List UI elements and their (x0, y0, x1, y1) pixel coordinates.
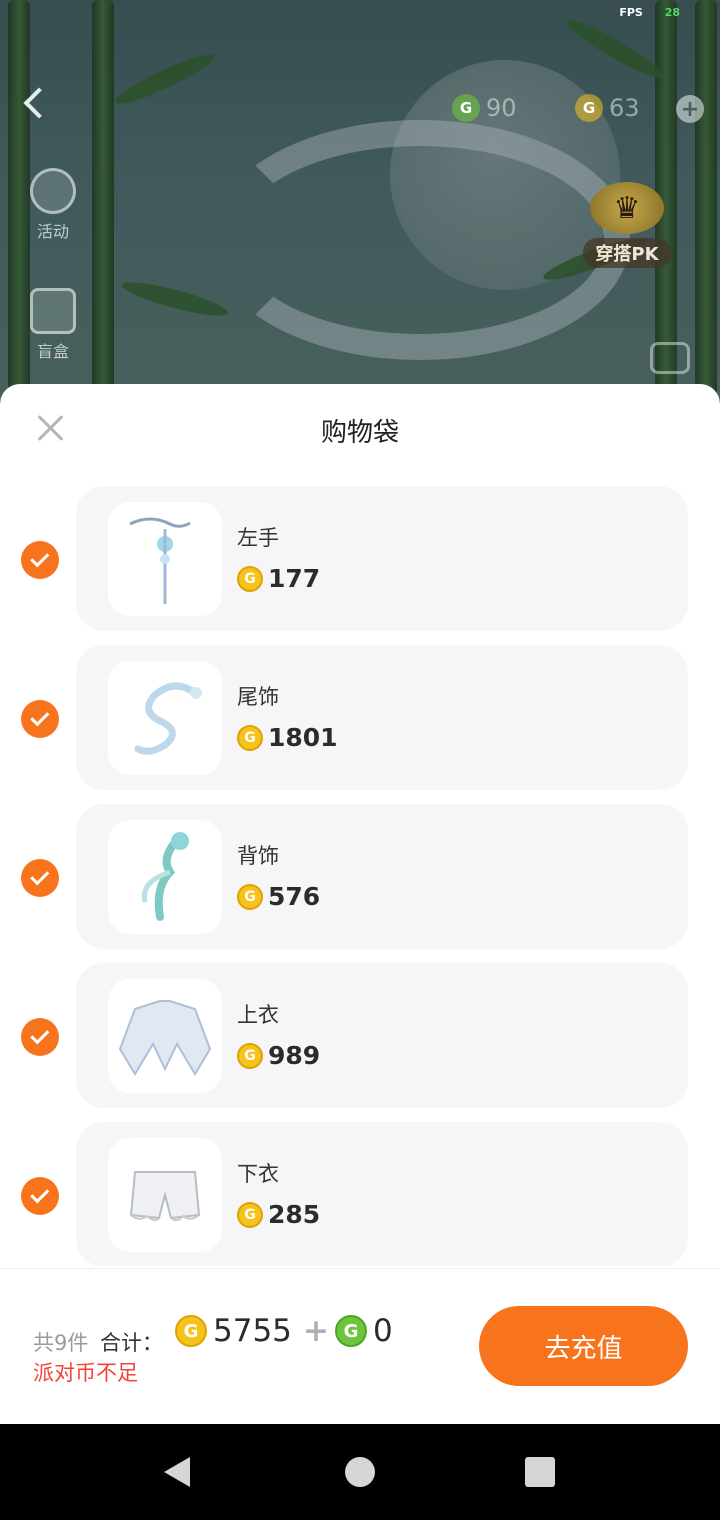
price-value: 1801 (268, 723, 338, 752)
fps-value: 28 (664, 6, 680, 19)
item-card[interactable]: 背饰 G 576 (76, 804, 688, 949)
item-price: G 285 (237, 1200, 320, 1229)
crown-icon: ♛ (590, 182, 664, 234)
blind-box-label: 盲盒 (36, 342, 69, 361)
item-name: 下衣 (237, 1162, 279, 1186)
checkout-footer: 共9件 合计： G 5755 + G 0 派对币不足 去充值 (0, 1268, 720, 1424)
green-coin-icon: G (335, 1315, 367, 1347)
outfit-pk-label: 穿搭PK (583, 238, 671, 268)
outfit-pk-button[interactable]: ♛ 穿搭PK (568, 182, 686, 272)
cart-item: 背饰 G 576 (0, 804, 720, 963)
gold-coin-icon: G (237, 724, 263, 751)
dragon-tail-icon (108, 661, 222, 775)
gold-coin-icon: G (237, 1042, 263, 1069)
gold-currency-display: G 63 (575, 94, 640, 122)
activity-button[interactable]: 活动 (30, 168, 76, 242)
lantern-icon (30, 168, 76, 214)
green-currency-value: 90 (486, 94, 517, 122)
gold-total-value: 5755 (213, 1313, 292, 1349)
gold-coin-icon: G (575, 94, 603, 122)
fps-label: FPS (619, 6, 643, 19)
item-card[interactable]: 尾饰 G 1801 (76, 645, 688, 790)
item-name: 背饰 (237, 844, 279, 868)
checkbox-checked-icon[interactable] (21, 1018, 59, 1056)
cart-item-list[interactable]: 左手 G 177 尾饰 G 1801 背饰 G 576 上衣 G 989 下衣 … (0, 486, 720, 1266)
price-value: 177 (268, 564, 321, 593)
item-price: G 1801 (237, 723, 338, 752)
flower-wings-icon (108, 820, 222, 934)
insufficient-funds-warning: 派对币不足 (33, 1361, 138, 1385)
plus-sign: + (303, 1313, 329, 1349)
item-card[interactable]: 下衣 G 285 (76, 1122, 688, 1266)
cart-item: 下衣 G 285 (0, 1122, 720, 1266)
gift-box-icon (30, 288, 76, 334)
item-price: G 177 (237, 564, 320, 593)
checkbox-checked-icon[interactable] (21, 700, 59, 738)
system-nav-bar (0, 1424, 720, 1520)
fps-counter: FPS 28 (619, 6, 680, 19)
ruffle-top-icon (108, 979, 222, 1093)
recharge-button[interactable]: 去充值 (479, 1306, 688, 1386)
cart-item: 尾饰 G 1801 (0, 645, 720, 804)
green-coin-icon: G (452, 94, 480, 122)
gold-total: G 5755 (175, 1313, 292, 1349)
cart-item: 左手 G 177 (0, 486, 720, 645)
gold-coin-icon: G (237, 565, 263, 592)
gold-coin-icon: G (237, 1201, 263, 1228)
price-value: 989 (268, 1041, 321, 1070)
checkbox-checked-icon[interactable] (21, 541, 59, 579)
item-card[interactable]: 上衣 G 989 (76, 963, 688, 1108)
nav-recent-apps-icon[interactable] (525, 1457, 555, 1487)
green-total: G 0 (335, 1313, 393, 1349)
gold-coin-icon: G (175, 1315, 207, 1347)
shopping-bag-sheet: 购物袋 左手 G 177 尾饰 G 1801 背饰 G 576 上衣 G 989… (0, 384, 720, 1424)
gold-coin-icon: G (237, 883, 263, 910)
sheet-title: 购物袋 (320, 418, 399, 448)
item-name: 尾饰 (237, 685, 279, 709)
price-value: 576 (268, 882, 321, 911)
checkbox-checked-icon[interactable] (21, 1177, 59, 1215)
add-currency-button[interactable]: + (676, 95, 704, 123)
item-name: 左手 (237, 526, 279, 550)
wand-icon (108, 502, 222, 616)
game-scene-background: FPS 28 G 90 G 63 + 活动 盲盒 ♛ 穿搭PK (0, 0, 720, 400)
nav-back-icon[interactable] (164, 1457, 190, 1487)
price-value: 285 (268, 1200, 321, 1229)
cart-item: 上衣 G 989 (0, 963, 720, 1122)
item-count: 共9件 (33, 1331, 89, 1355)
green-total-value: 0 (373, 1313, 393, 1349)
item-price: G 576 (237, 882, 320, 911)
total-label: 合计： (100, 1331, 163, 1355)
nav-home-icon[interactable] (345, 1457, 375, 1487)
item-name: 上衣 (237, 1003, 279, 1027)
checkbox-checked-icon[interactable] (21, 859, 59, 897)
blind-box-button[interactable]: 盲盒 (30, 288, 76, 362)
item-price: G 989 (237, 1041, 320, 1070)
item-card[interactable]: 左手 G 177 (76, 486, 688, 631)
green-currency-display: G 90 (452, 94, 517, 122)
activity-label: 活动 (36, 222, 69, 241)
gold-currency-value: 63 (609, 94, 640, 122)
shorts-icon (108, 1138, 222, 1252)
camera-icon[interactable] (650, 342, 690, 374)
